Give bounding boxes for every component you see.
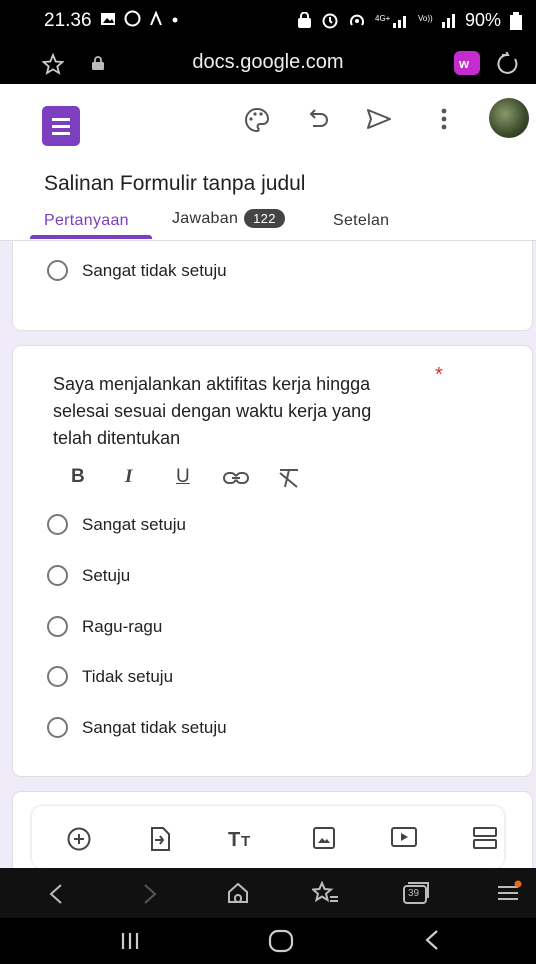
import-icon[interactable] [148,826,172,852]
svg-text:w: w [458,56,470,71]
form-editor: Sangat tidak setuju Saya menjalankan akt… [0,241,536,868]
google-forms-logo[interactable] [42,106,80,146]
italic-label: I [125,466,133,487]
undo-icon[interactable] [306,108,330,130]
option-row[interactable]: Sangat tidak setuju [47,260,227,281]
option-label: Ragu-ragu [82,616,163,636]
hotspot-icon [349,14,364,26]
option-label: Sangat setuju [82,514,186,534]
bottom-toolbar: TT [32,806,504,868]
radio-button[interactable] [47,565,68,586]
tabs-button[interactable]: 39 [402,881,430,905]
tab-setelan[interactable]: Setelan [333,212,389,230]
form-title[interactable]: Salinan Formulir tanpa judul [44,172,305,196]
forward-icon[interactable] [142,883,158,905]
recent-apps-icon[interactable] [120,931,140,951]
app-notification-icon [150,10,162,25]
status-time: 21.36 [44,10,92,31]
home-button-icon[interactable] [268,929,294,953]
radio-button[interactable] [47,717,68,738]
svg-text:4G+: 4G+ [375,14,391,23]
home-icon[interactable] [226,881,250,905]
required-mark: * [435,364,443,386]
radio-button[interactable] [47,260,68,281]
italic-button[interactable]: I [125,466,132,488]
bold-label: B [71,466,85,487]
tab-jawaban[interactable]: Jawaban 122 [172,209,285,228]
video-icon[interactable] [390,826,418,848]
reload-icon[interactable] [496,52,520,74]
whatsapp-notification-icon [124,10,141,27]
svg-text:T: T [241,833,250,850]
svg-text:Vo)): Vo)) [418,14,433,23]
lock-status-icon [297,12,311,28]
battery-percent: 90% [464,10,501,30]
bold-button[interactable]: B [71,466,85,488]
option-label: Sangat tidak setuju [82,260,227,280]
system-back-icon[interactable] [424,929,440,951]
alarm-icon [322,13,338,29]
option-row[interactable]: Tidak setuju [47,666,173,687]
option-label: Sangat tidak setuju [82,717,227,737]
bookmarks-icon[interactable] [312,881,340,905]
more-icon[interactable] [440,106,448,132]
signal-4g-icon: 4G+ [375,14,406,28]
browser-url-bar[interactable]: docs.google.com w [0,42,536,84]
option-row[interactable]: Setuju [47,565,130,586]
radio-button[interactable] [47,666,68,687]
question-card[interactable]: Saya menjalankan aktifitas kerja hingga … [12,345,533,777]
back-icon[interactable] [48,883,64,905]
signal-volte-icon: Vo)) [418,14,455,28]
status-right: 4G+ Vo)) 90% [297,10,522,31]
gallery-notification-icon [101,12,115,25]
send-icon[interactable] [366,108,392,130]
option-label: Tidak setuju [82,666,174,686]
forms-header: Salinan Formulir tanpa judul Pertanyaan … [0,84,536,244]
system-nav-bar [0,918,536,964]
responses-count-badge: 122 [244,209,285,228]
title-icon[interactable]: TT [228,826,258,850]
previous-question-card[interactable]: Sangat tidak setuju [12,241,533,331]
palette-icon[interactable] [243,106,271,134]
image-icon[interactable] [312,826,336,850]
svg-text:T: T [228,829,240,850]
link-icon[interactable] [223,470,249,486]
question-text[interactable]: Saya menjalankan aktifitas kerja hingga … [53,371,413,452]
option-row[interactable]: Sangat setuju [47,514,186,535]
tab-label: Pertanyaan [44,212,129,229]
dot-icon [172,17,178,22]
option-row[interactable]: Ragu-ragu [47,616,162,637]
underline-label: U [176,466,190,487]
active-tab-indicator [30,235,152,239]
status-bar: 21.36 4G+ Vo)) 90% [0,0,536,42]
battery-icon [510,11,522,30]
underline-button[interactable]: U [176,466,190,488]
radio-button[interactable] [47,514,68,535]
extension-icon[interactable]: w [454,51,480,75]
notification-icons [100,10,179,27]
radio-button[interactable] [47,616,68,637]
tab-label: Setelan [333,212,390,229]
option-label: Setuju [82,565,131,585]
avatar[interactable] [489,98,529,138]
menu-icon[interactable] [496,880,522,904]
tab-count: 39 [408,888,420,899]
tab-label: Jawaban [172,210,239,227]
add-question-icon[interactable] [66,826,92,852]
section-icon[interactable] [472,826,498,850]
tab-pertanyaan[interactable]: Pertanyaan [44,212,129,230]
option-row[interactable]: Sangat tidak setuju [47,717,227,738]
browser-nav-bar: 39 [0,868,536,918]
clear-format-icon[interactable] [277,467,301,489]
